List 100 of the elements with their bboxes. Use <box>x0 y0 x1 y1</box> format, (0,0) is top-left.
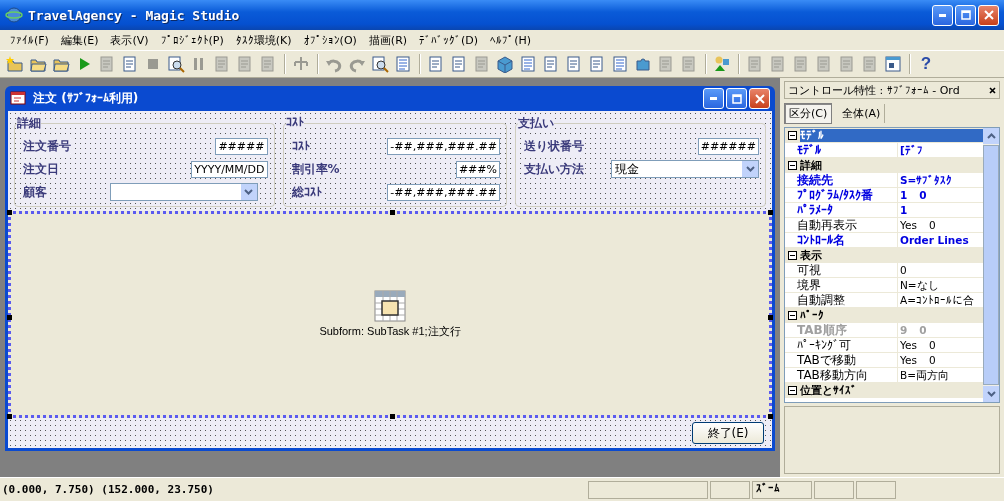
maximize-button[interactable] <box>955 4 976 26</box>
page-icon <box>542 55 560 73</box>
property-value[interactable]: Yes <box>900 218 917 232</box>
chevron-down-icon <box>244 189 253 195</box>
resize-handle[interactable] <box>768 314 773 320</box>
property-value[interactable]: [ﾃﾞﾌ <box>900 143 923 157</box>
grid-table-icon <box>374 290 406 322</box>
toolbar-button[interactable] <box>165 53 187 75</box>
coordinates-text: (0.000, 7.750) (152.000, 23.750) <box>2 483 215 496</box>
tab[interactable]: 全体(A) <box>838 103 886 123</box>
resize-handle[interactable] <box>7 210 12 215</box>
page-icon <box>565 55 583 73</box>
tab[interactable]: 区分(C) <box>784 102 833 124</box>
page-icon <box>450 55 468 73</box>
resize-handle[interactable] <box>7 314 12 320</box>
property-name: ﾌﾟﾛｸﾞﾗﾑ/ﾀｽｸ番 <box>797 188 898 202</box>
minimize-button[interactable] <box>932 4 953 26</box>
field-label: 顧客 <box>23 183 47 201</box>
property-value[interactable]: A=ｺﾝﾄﾛｰﾙに合 <box>900 293 974 307</box>
group-title: 支払い <box>518 115 554 132</box>
menu-item[interactable]: ﾌﾟﾛｼﾞｪｸﾄ(P) <box>154 33 230 47</box>
menu-item[interactable]: 編集(E) <box>54 32 105 48</box>
page-icon <box>259 55 277 73</box>
dropdown-button[interactable] <box>742 161 758 177</box>
resize-handle[interactable] <box>390 414 395 419</box>
input-field[interactable]: -##,###,###.## <box>387 183 500 201</box>
property-value[interactable]: Order Lines <box>900 233 969 247</box>
expression-number: 0 <box>919 188 927 202</box>
dropdown-button[interactable] <box>240 184 257 200</box>
window-title: TravelAgency - Magic Studio <box>28 7 240 23</box>
exit-button[interactable]: 終了(E) <box>692 422 764 444</box>
property-value[interactable]: Yes <box>900 338 917 352</box>
property-name: ﾊﾟｰｷﾝｸﾞ可 <box>797 338 898 352</box>
status-pane <box>710 480 750 499</box>
property-category[interactable]: ﾊﾟｰｸ <box>785 308 983 323</box>
chevron-down-icon <box>986 391 996 397</box>
collapse-icon[interactable] <box>788 131 797 140</box>
property-value[interactable]: S=ｻﾌﾞﾀｽｸ <box>900 173 953 187</box>
resize-handle[interactable] <box>390 210 395 215</box>
property-value[interactable]: Yes <box>900 353 917 367</box>
close-icon <box>754 93 765 104</box>
input-field[interactable]: -##,###,###.## <box>387 137 500 155</box>
toolbar-button[interactable] <box>882 53 904 75</box>
property-category[interactable]: 位置とｻｲｽﾞ <box>785 383 983 398</box>
page-icon <box>98 55 116 73</box>
property-category[interactable]: 表示 <box>785 248 983 263</box>
expression-number: 0 <box>928 353 936 367</box>
dropdown-field[interactable]: 現金 <box>611 160 759 178</box>
menu-item[interactable]: ﾌｧｲﾙ(F) <box>4 33 55 47</box>
property-category[interactable]: ﾓﾃﾞﾙ <box>785 128 983 143</box>
property-value[interactable]: 1 <box>900 203 908 217</box>
list-icon <box>394 55 412 73</box>
resize-handle[interactable] <box>768 414 773 419</box>
puzzle-icon <box>634 55 652 73</box>
close-icon <box>983 10 994 20</box>
menu-item[interactable]: ﾀｽｸ環境(K) <box>229 32 298 48</box>
toolbar-button[interactable] <box>369 53 391 75</box>
subform-label: Subform: SubTask #1;注文行 <box>319 324 461 339</box>
menu-item[interactable]: ｵﾌﾟｼｮﾝ(O) <box>297 33 363 47</box>
collapse-icon[interactable] <box>788 311 797 320</box>
property-value[interactable]: N=なし <box>900 278 939 292</box>
collapse-icon[interactable] <box>788 386 797 395</box>
property-value[interactable]: 1 <box>900 188 908 202</box>
property-category[interactable]: 詳細 <box>785 158 983 173</box>
dropdown-field[interactable] <box>109 183 258 201</box>
list-icon <box>519 55 537 73</box>
input-field[interactable]: ###### <box>697 137 759 155</box>
page-icon <box>680 55 698 73</box>
expression-number: 0 <box>900 263 907 277</box>
collapse-icon[interactable] <box>788 161 797 170</box>
property-value[interactable]: B=両方向 <box>900 368 949 382</box>
status-pane <box>856 480 896 499</box>
chevron-down-icon <box>745 166 755 172</box>
menu-item[interactable]: ﾃﾞﾊﾞｯｸﾞ(D) <box>413 33 485 47</box>
input-field[interactable]: ###% <box>455 160 500 178</box>
folder-icon <box>6 55 24 73</box>
resize-handle[interactable] <box>7 414 12 419</box>
menu-item[interactable]: 表示(V) <box>104 32 155 48</box>
property-name: TABで移動 <box>797 353 898 367</box>
property-name: TAB順序 <box>797 323 898 337</box>
globe-icon <box>5 6 23 24</box>
field-label: 割引率% <box>291 160 340 178</box>
form-icon <box>10 89 28 108</box>
toolbar-button[interactable]: ? <box>919 53 933 75</box>
field-label: 注文番号 <box>23 137 71 155</box>
property-name: ｺﾝﾄﾛｰﾙ名 <box>797 233 898 247</box>
maximize-button[interactable] <box>726 88 747 109</box>
page-icon <box>427 55 445 73</box>
scrollbar[interactable] <box>983 128 999 402</box>
menu-item[interactable]: 描画(R) <box>362 32 414 48</box>
input-field[interactable]: ##### <box>215 137 268 155</box>
close-button[interactable] <box>989 86 996 94</box>
magnifier-icon <box>167 55 185 73</box>
menu-item[interactable]: ﾍﾙﾌﾟ(H) <box>484 33 537 47</box>
collapse-icon[interactable] <box>788 251 797 260</box>
maximize-icon <box>731 93 742 104</box>
minimize-button[interactable] <box>703 88 724 109</box>
input-field[interactable]: YYYY/MM/DD <box>191 160 268 178</box>
resize-handle[interactable] <box>768 210 773 215</box>
field-label: ｺｽﾄ <box>291 139 310 153</box>
